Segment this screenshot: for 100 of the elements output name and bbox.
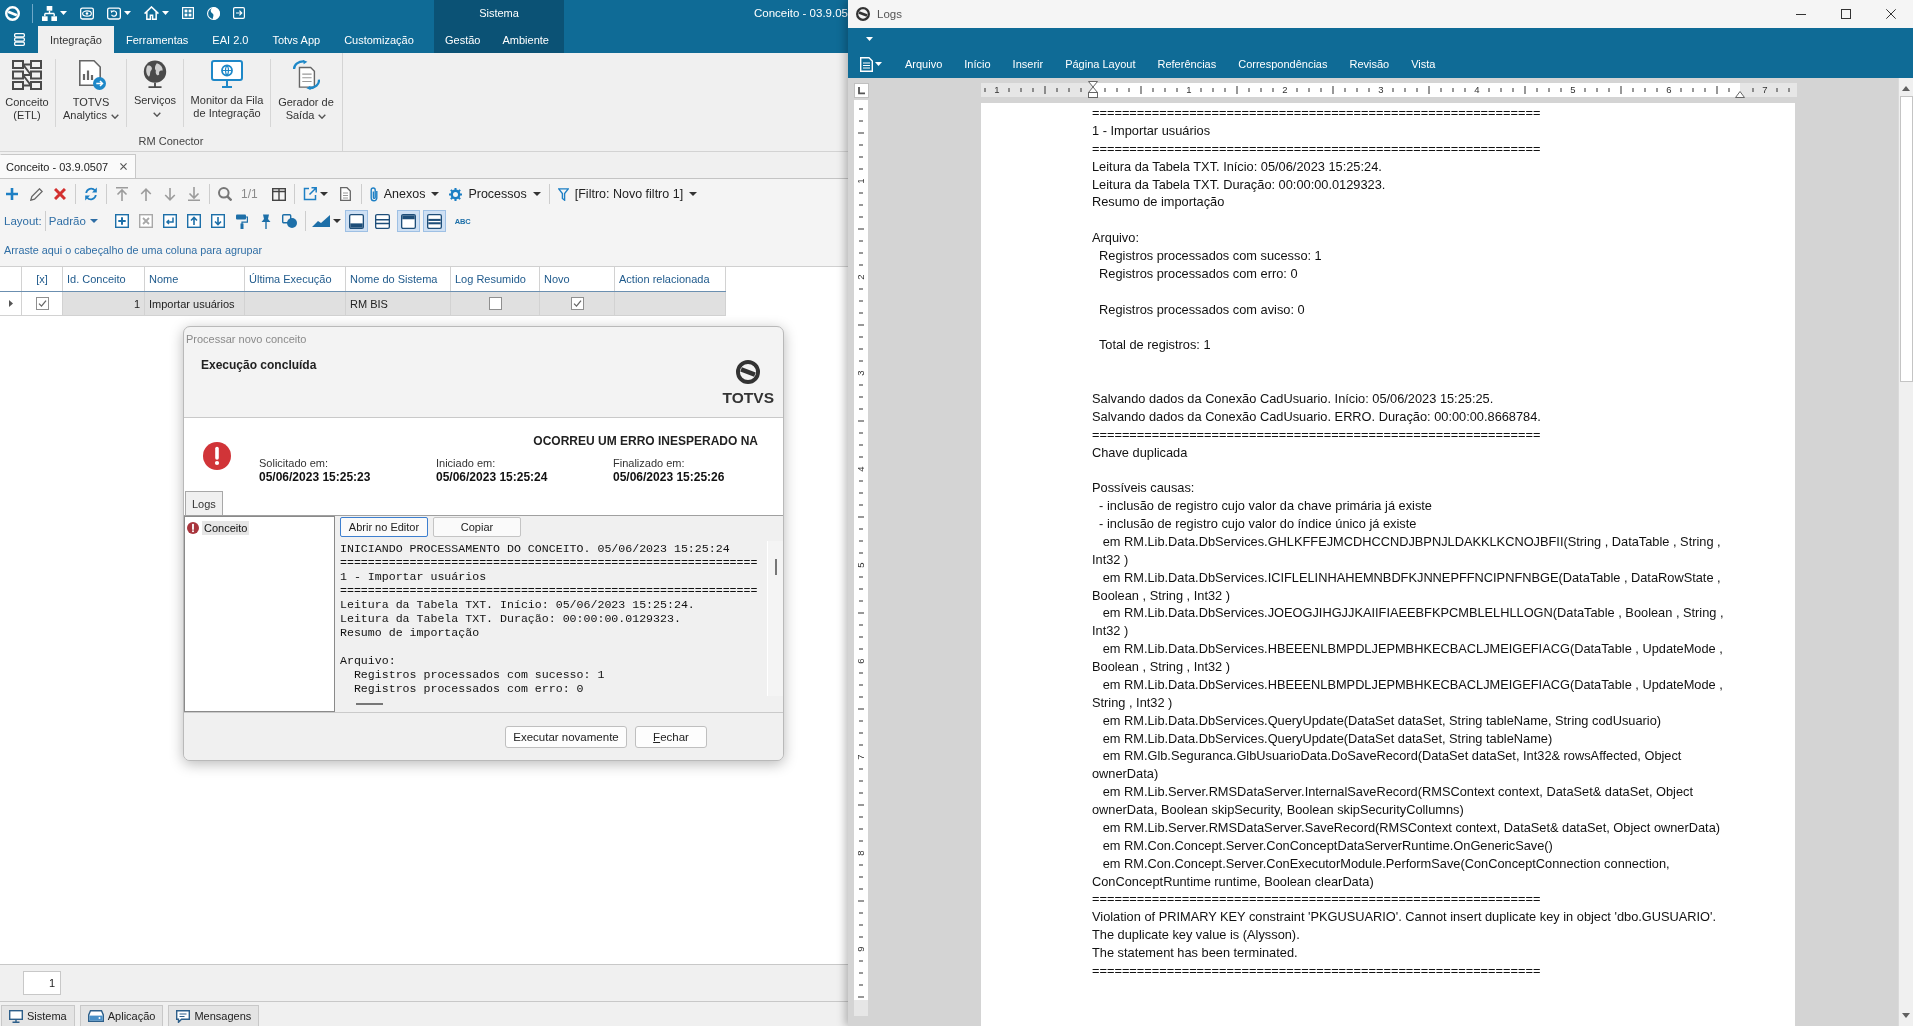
menu-tab[interactable]: Início xyxy=(953,50,1002,78)
document-paragraph: Leitura da Tabela TXT. Duração: 00:00:00.0129323. xyxy=(1092,175,1386,194)
layout-dropdown[interactable]: Padrão xyxy=(48,215,102,227)
time-value: 05/06/2023 15:25:26 xyxy=(613,470,725,484)
tree-item[interactable]: Conceito xyxy=(202,521,250,535)
group-panel-hint: Arraste aqui o cabeçalho de uma coluna para agrupar xyxy=(4,243,263,256)
view-toggle-button[interactable] xyxy=(344,210,368,232)
view-toggle-button[interactable] xyxy=(422,210,446,232)
status-tab[interactable]: Aplicação xyxy=(79,1005,164,1026)
document-paragraph: Registros processados com aviso: 0 xyxy=(1098,300,1305,319)
column-header[interactable]: Novo xyxy=(540,267,615,291)
page-number-field[interactable]: 1 xyxy=(23,971,61,995)
gear-icon xyxy=(449,187,463,201)
scrollbar-thumb[interactable] xyxy=(774,559,777,575)
caret-icon xyxy=(89,219,98,223)
view-toggle-button[interactable] xyxy=(396,210,420,232)
processes-button[interactable]: Processos xyxy=(444,183,546,205)
ruler-number: 7 xyxy=(855,753,867,761)
menu-tab[interactable]: Arquivo xyxy=(894,50,954,78)
table-row[interactable]: 1 Importar usuários RM BIS xyxy=(63,292,726,316)
column-header[interactable]: Log Resumido xyxy=(451,267,540,291)
document-paragraph: ============================================================ xyxy=(1092,104,1541,122)
export-icon xyxy=(303,187,318,201)
ribbon-button[interactable]: TOTVS Analytics xyxy=(57,53,125,133)
caret-icon xyxy=(866,37,873,41)
checkbox[interactable] xyxy=(570,297,584,310)
column-header[interactable]: Nome xyxy=(145,267,245,291)
open-in-editor-button[interactable]: Abrir no Editor xyxy=(340,517,428,537)
column-header[interactable]: Id. Conceito xyxy=(63,267,145,291)
document-paragraph: em RM.Lib.Data.DbServices.QueryUpdate(DataSet dataSet, String tableName) xyxy=(1101,729,1553,748)
logo-icon[interactable] xyxy=(5,5,20,21)
document-paragraph: Possíveis causas: xyxy=(1092,479,1195,498)
document-paragraph: em RM.Lib.Server.RMSDataServer.InternalSaveRecord(RMSContext context, DataSet& dataSet, Object ownerData, Boolean skipSecurity, Boolean skipSecurityCollumns) xyxy=(1092,783,1693,819)
column-header[interactable]: Última Execução xyxy=(245,267,346,291)
plus-box-icon xyxy=(114,214,129,228)
menu-tab[interactable]: Página Layout xyxy=(1054,50,1147,78)
log-line: Leitura da Tabela TXT. Duração: 00:00:00.0129323. xyxy=(340,612,681,626)
checkbox[interactable] xyxy=(488,297,502,310)
scroll-up-icon[interactable] xyxy=(1902,86,1910,91)
ribbon-tab[interactable]: Customização xyxy=(332,26,426,53)
drive-icon xyxy=(87,1010,104,1022)
run-again-button[interactable]: Executar novamente xyxy=(505,725,627,748)
menu-tab[interactable]: Vista xyxy=(1400,50,1447,78)
indent-marker-icon[interactable] xyxy=(1088,81,1098,98)
scroll-down-icon[interactable] xyxy=(1902,1013,1910,1018)
document-paragraph: ============================================================ xyxy=(1092,425,1541,444)
column-header[interactable]: Nome do Sistema xyxy=(346,267,451,291)
column-header[interactable]: [x] xyxy=(22,267,63,291)
caret-icon xyxy=(320,192,329,196)
globe-icon xyxy=(207,6,220,20)
menu-tab[interactable]: Correspondências xyxy=(1227,50,1339,78)
dialog-heading: Execução concluída xyxy=(201,358,317,372)
ruler-number: 5 xyxy=(1569,84,1577,96)
copy-button[interactable]: Copiar xyxy=(433,517,521,537)
ribbon-button[interactable]: Conceito (ETL) xyxy=(0,53,54,133)
ribbon-tab[interactable]: Integração xyxy=(38,26,114,53)
grid-icon xyxy=(182,7,194,19)
ribbon-button[interactable]: Monitor da Fila de Integração xyxy=(185,53,269,133)
document-paragraph: Arquivo: xyxy=(1092,229,1139,247)
document-paragraph: - inclusão de registro cujo valor do índice único já existe xyxy=(1098,515,1417,533)
ribbon-tab[interactable]: Ambiente xyxy=(491,26,560,53)
refresh-icon xyxy=(107,6,121,20)
document-paragraph: Registros processados com sucesso: 1 xyxy=(1098,247,1322,265)
close-button[interactable]: Fechar xyxy=(635,725,707,748)
ruler-number: 5 xyxy=(855,561,867,569)
checkbox[interactable] xyxy=(35,297,49,310)
scrollbar-thumb[interactable] xyxy=(1899,96,1913,382)
menu-tab[interactable]: Referências xyxy=(1146,50,1228,78)
ribbon-tab[interactable]: Ferramentas xyxy=(114,26,201,53)
indent-marker-icon[interactable] xyxy=(1735,91,1745,98)
chevron-down-icon xyxy=(111,113,119,119)
time-value: 05/06/2023 15:25:23 xyxy=(259,470,371,484)
log-line: Registros processados com sucesso: 1 xyxy=(352,668,605,682)
document-paragraph: em RM.Lib.Data.DbServices.ICIFLELINHAHEMNBDFKJNNEPFFNCIPNFNBGE(DataTable , DataRowState , Boolean , String , Int32 ) xyxy=(1092,568,1721,605)
close-icon[interactable] xyxy=(120,163,128,170)
ribbon-tab[interactable]: Totvs App xyxy=(260,26,333,53)
status-tab[interactable]: Mensagens xyxy=(168,1005,260,1026)
tab-stop-icon[interactable] xyxy=(854,83,869,98)
eye-icon xyxy=(80,6,94,20)
column-header[interactable]: Action relacionada xyxy=(615,267,726,291)
app-menu-button[interactable] xyxy=(860,56,882,72)
ruler-number: 4 xyxy=(855,465,867,473)
menu-tab[interactable]: Revisão xyxy=(1338,50,1401,78)
tab[interactable]: Logs xyxy=(185,491,223,515)
scrollbar-thumb[interactable] xyxy=(356,703,383,705)
ribbon-tab[interactable]: Gestão xyxy=(434,26,492,53)
menu-tab[interactable]: Inserir xyxy=(1001,50,1055,78)
menu-icon xyxy=(13,33,25,46)
time-value: 05/06/2023 15:25:24 xyxy=(436,470,548,484)
ribbon-tab[interactable]: EAI 2.0 xyxy=(200,26,261,53)
window-title: Logs xyxy=(877,8,902,20)
ribbon-button[interactable]: Serviços xyxy=(128,53,182,133)
pin-icon xyxy=(260,213,271,229)
attachments-button[interactable]: Anexos xyxy=(364,183,445,205)
filter-button[interactable]: [Filtro: Novo filtro 1] xyxy=(552,183,703,205)
ribbon-button[interactable]: Gerador de Saída xyxy=(272,53,340,133)
table-cell: 1 xyxy=(63,292,145,316)
document-tab[interactable]: Conceito - 03.9.0507 xyxy=(0,154,137,178)
status-tab[interactable]: Sistema xyxy=(1,1005,75,1026)
ruler-number: 2 xyxy=(855,273,867,281)
